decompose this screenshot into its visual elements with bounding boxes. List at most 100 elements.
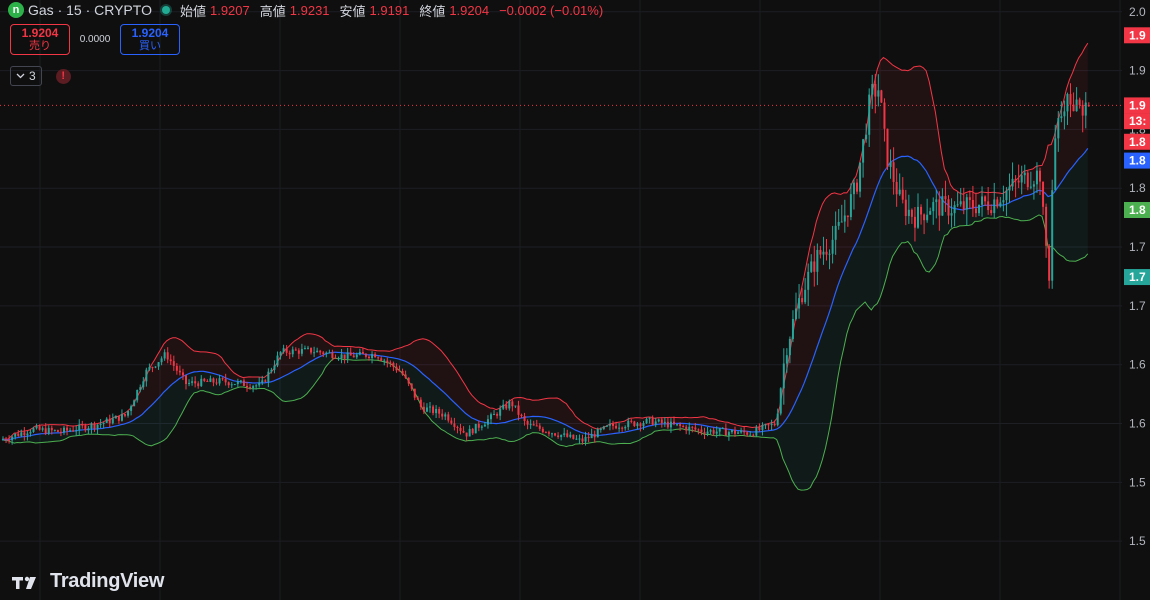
tradingview-logo-icon <box>12 576 36 589</box>
indicators-toggle-button[interactable]: 3 <box>10 66 42 86</box>
candle-body <box>383 360 386 362</box>
open-value: 1.9207 <box>209 2 250 18</box>
price-chart[interactable]: 2.0 1.9 1.8 1.8 1.7 1.7 1.6 1.6 1.5 1.5 1.9 1.9 13: 1… <box>0 0 1150 600</box>
candle-body <box>901 189 904 200</box>
chart-legend: n Gas · 15 · CRYPTO 始値 1.9207 高値 1.9231 … <box>8 1 609 19</box>
candle-body <box>111 418 114 424</box>
candle-body <box>813 261 816 272</box>
candle-body <box>480 426 483 428</box>
candle-body <box>20 432 23 436</box>
candle-body <box>782 363 785 389</box>
candle-body <box>227 382 230 386</box>
candle-body <box>258 382 261 386</box>
candle-body <box>895 181 898 195</box>
candle-body <box>868 94 871 135</box>
candle-body <box>242 380 245 386</box>
close-label: 終値 <box>419 3 446 19</box>
candle-body <box>154 366 157 368</box>
candle-body <box>17 433 20 436</box>
candle-body <box>621 427 624 429</box>
candle-body <box>435 408 438 414</box>
candle-body <box>389 362 392 364</box>
candle <box>596 427 599 438</box>
candle-body <box>386 360 389 363</box>
candle-body <box>941 196 944 216</box>
candle-body <box>660 419 663 424</box>
candle-body <box>374 354 377 358</box>
candle-body <box>807 271 810 290</box>
candle-body <box>282 348 285 352</box>
candle-body <box>770 423 773 426</box>
candle-body <box>346 352 349 359</box>
candle-body <box>404 374 407 378</box>
candle-body <box>133 400 136 407</box>
buy-button[interactable]: 1.9204 買い <box>120 24 180 55</box>
candle-body <box>377 357 380 359</box>
candle-body <box>657 419 660 422</box>
candle-body <box>438 408 441 414</box>
candle-body <box>1054 138 1057 191</box>
candle-body <box>313 352 316 354</box>
candle-body <box>956 204 959 206</box>
candle-body <box>935 199 938 203</box>
symbol-title[interactable]: Gas · 15 · CRYPTO <box>28 2 152 18</box>
candle-body <box>535 425 538 427</box>
candle-body <box>727 432 730 436</box>
warning-icon[interactable]: ! <box>55 68 71 84</box>
candle-body <box>685 426 688 431</box>
candle-body <box>950 213 953 216</box>
candle-body <box>981 196 984 205</box>
candle-body <box>297 350 300 354</box>
candle-body <box>852 182 855 195</box>
candle-body <box>584 436 587 442</box>
candle-body <box>883 102 886 129</box>
candle-body <box>450 420 453 424</box>
tradingview-watermark[interactable]: TradingView <box>12 570 164 593</box>
candle-body <box>907 209 910 217</box>
candle-body <box>636 423 639 426</box>
candle <box>572 434 575 440</box>
candle-body <box>923 214 926 221</box>
candle-body <box>779 388 782 414</box>
candle-body <box>724 428 727 436</box>
candle-body <box>541 428 544 433</box>
candle-body <box>700 429 703 433</box>
candle-body <box>551 433 553 435</box>
price-badge-label: 1.8 <box>1129 203 1146 217</box>
candle-body <box>978 204 980 214</box>
candle-body <box>840 221 843 223</box>
candle-body <box>84 425 87 431</box>
market-status-icon[interactable] <box>161 6 170 14</box>
candle-body <box>593 434 596 438</box>
watermark-text: TradingView <box>50 570 165 592</box>
candle-body <box>618 427 621 429</box>
price-badge-label: 1.7 <box>1129 270 1146 284</box>
candle <box>1048 244 1051 289</box>
candle-body <box>1078 99 1081 105</box>
candle-body <box>151 367 154 369</box>
candle-body <box>828 253 831 255</box>
symbol-logo-icon[interactable]: n <box>8 2 24 18</box>
candle-body <box>102 422 105 424</box>
candle <box>880 89 883 104</box>
candle-body <box>142 381 145 388</box>
candle-body <box>502 404 505 409</box>
candle-body <box>596 428 599 438</box>
candle-body <box>285 348 288 353</box>
candle-body <box>688 426 691 431</box>
sell-button[interactable]: 1.9204 売り <box>10 24 70 55</box>
candle-body <box>300 349 303 354</box>
candle-body <box>953 205 956 214</box>
candle-body <box>825 251 828 255</box>
candle-body <box>862 139 865 163</box>
candle-body <box>291 349 294 355</box>
candle-body <box>148 367 151 370</box>
candle-body <box>544 432 547 434</box>
candle-body <box>874 83 877 97</box>
candle-body <box>947 199 950 216</box>
candle-body <box>41 428 44 430</box>
candle-body <box>486 419 489 425</box>
candle-body <box>615 425 618 429</box>
candle-body <box>407 377 410 384</box>
candle-body <box>709 430 712 432</box>
